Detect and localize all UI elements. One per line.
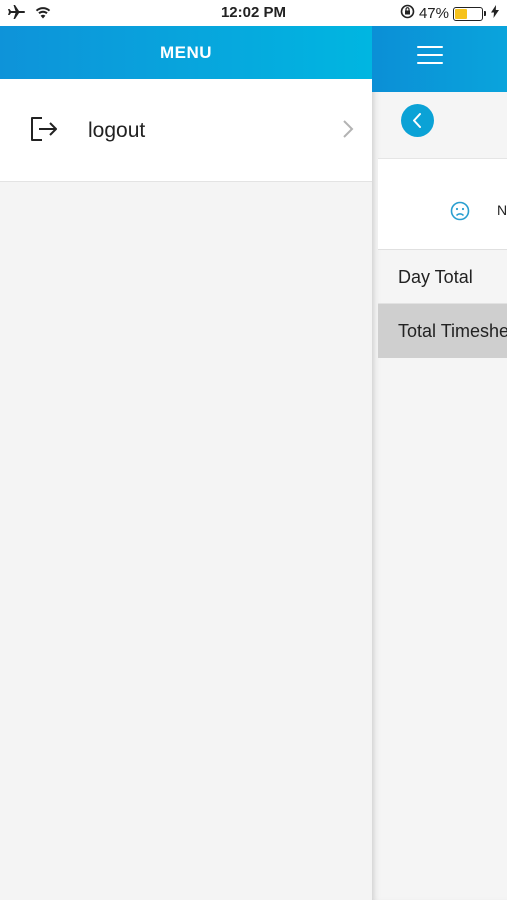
day-total-row: Day Total (378, 250, 507, 304)
battery-fill (455, 8, 468, 19)
orientation-lock-icon (400, 4, 415, 23)
battery-icon (453, 6, 486, 21)
main-content: N Day Total Total Timeshe (372, 26, 507, 900)
back-icon (413, 113, 421, 128)
total-timesheet-label: Total Timeshe (398, 321, 507, 341)
side-drawer: MENU logout (0, 26, 372, 900)
drawer-header: MENU (0, 26, 372, 79)
status-bar: 12:02 PM 47% (0, 0, 507, 26)
drawer-title: MENU (159, 42, 213, 62)
back-button[interactable] (401, 104, 434, 137)
sad-face-icon (450, 201, 470, 226)
charging-icon (491, 5, 499, 22)
empty-state-text: N (497, 202, 507, 218)
menu-item-label: logout (88, 119, 146, 142)
day-total-label: Day Total (398, 267, 473, 287)
empty-state-card: N (378, 158, 507, 250)
logout-icon (28, 115, 60, 148)
chevron-right-icon (342, 119, 354, 144)
total-timesheet-row[interactable]: Total Timeshe (378, 304, 507, 358)
main-header (372, 26, 507, 92)
hamburger-icon[interactable] (417, 46, 443, 66)
battery-percent: 47% (418, 5, 449, 22)
menu-item-logout[interactable]: logout (0, 79, 372, 182)
status-right: 47% (400, 4, 499, 23)
